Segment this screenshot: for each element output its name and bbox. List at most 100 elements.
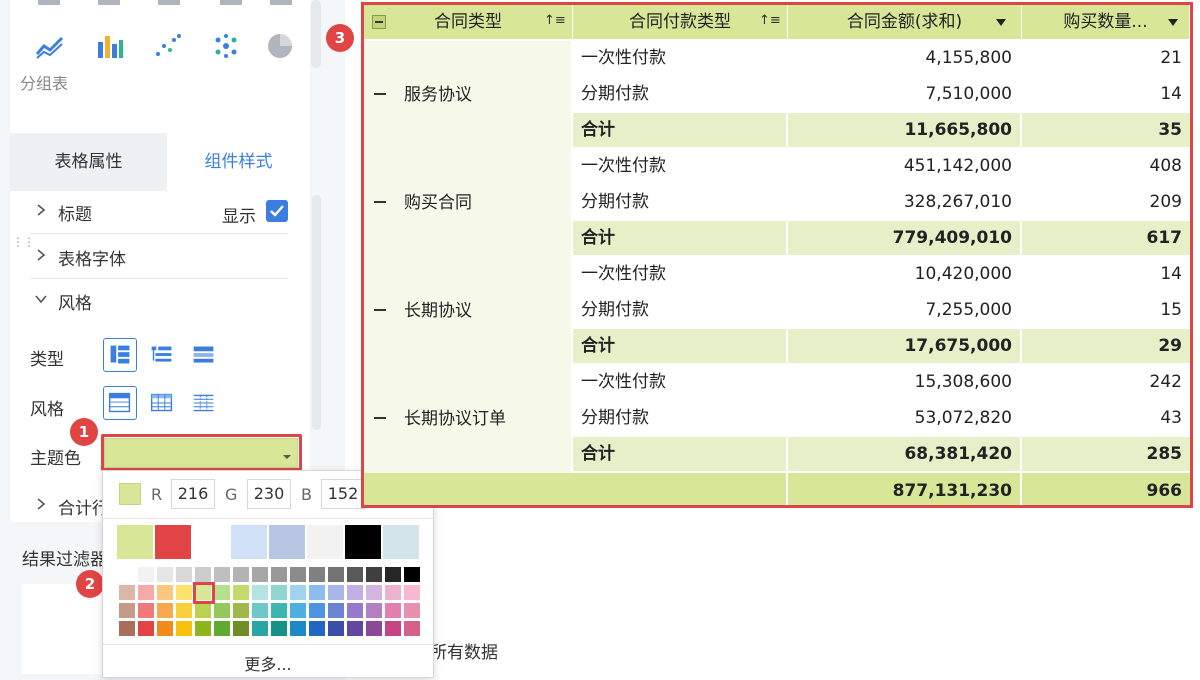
palette-swatch[interactable] — [309, 585, 325, 600]
g-input[interactable]: 230 — [247, 479, 291, 509]
palette-swatch[interactable] — [347, 567, 363, 582]
scatter-chart-icon[interactable] — [152, 30, 184, 62]
palette-swatch[interactable] — [233, 567, 249, 582]
palette-swatch[interactable] — [176, 585, 192, 600]
palette-swatch[interactable] — [138, 603, 154, 618]
palette-swatch[interactable] — [271, 585, 287, 600]
palette-swatch[interactable] — [252, 567, 268, 582]
palette-swatch[interactable] — [195, 621, 211, 636]
properties-scrollbar[interactable] — [312, 195, 321, 430]
palette-swatch[interactable] — [404, 567, 420, 582]
palette-swatch[interactable] — [271, 621, 287, 636]
palette-swatch[interactable] — [290, 567, 306, 582]
palette-swatch[interactable] — [366, 621, 382, 636]
collapse-group-icon[interactable] — [374, 201, 386, 203]
palette-swatch[interactable] — [119, 585, 135, 600]
r-input[interactable]: 216 — [171, 479, 215, 509]
section-style[interactable]: 风格 — [30, 279, 288, 323]
palette-swatch[interactable] — [404, 603, 420, 618]
palette-swatch[interactable] — [138, 585, 154, 600]
palette-swatch[interactable] — [252, 603, 268, 618]
palette-swatch[interactable] — [385, 603, 401, 618]
palette-swatch[interactable] — [214, 621, 230, 636]
palette-swatch[interactable] — [404, 621, 420, 636]
result-filter-box[interactable] — [22, 584, 112, 674]
b-input[interactable]: 152 — [321, 479, 365, 509]
palette-swatch[interactable] — [271, 603, 287, 618]
section-table-font[interactable]: 表格字体 — [30, 235, 288, 279]
dropdown-caret-icon[interactable] — [1168, 19, 1178, 26]
palette-swatch[interactable] — [347, 603, 363, 618]
tab-component-style[interactable]: 组件样式 — [167, 133, 310, 191]
bar-chart-icon[interactable] — [94, 30, 126, 62]
palette-swatch[interactable] — [157, 585, 173, 600]
palette-swatch[interactable] — [252, 621, 268, 636]
show-title-checkbox[interactable] — [266, 200, 288, 222]
palette-swatch[interactable] — [385, 567, 401, 582]
type-grouped-button[interactable] — [103, 338, 137, 372]
palette-swatch[interactable] — [404, 585, 420, 600]
style-option-3-button[interactable] — [187, 386, 221, 420]
palette-swatch[interactable] — [157, 567, 173, 582]
palette-swatch[interactable] — [366, 585, 382, 600]
palette-swatch[interactable] — [366, 603, 382, 618]
palette-swatch[interactable] — [252, 585, 268, 600]
theme-swatch[interactable] — [383, 525, 419, 559]
palette-swatch[interactable] — [309, 603, 325, 618]
header-payment-type[interactable]: 合同付款类型 — [573, 5, 787, 39]
palette-swatch[interactable] — [119, 567, 135, 582]
palette-swatch[interactable] — [366, 567, 382, 582]
collapse-group-icon[interactable] — [374, 93, 386, 95]
palette-swatch[interactable] — [290, 621, 306, 636]
palette-swatch[interactable] — [138, 567, 154, 582]
palette-swatch[interactable] — [309, 621, 325, 636]
palette-swatch[interactable] — [290, 585, 306, 600]
palette-swatch[interactable] — [328, 603, 344, 618]
palette-swatch[interactable] — [385, 621, 401, 636]
palette-swatch[interactable] — [233, 585, 249, 600]
palette-swatch[interactable] — [214, 585, 230, 600]
theme-swatch[interactable] — [307, 525, 343, 559]
theme-swatch[interactable] — [231, 525, 267, 559]
collapse-all-icon[interactable] — [372, 15, 386, 29]
palette-swatch[interactable] — [195, 603, 211, 618]
line-chart-icon[interactable] — [34, 30, 66, 62]
palette-swatch[interactable] — [214, 603, 230, 618]
style-option-1-button[interactable] — [103, 386, 137, 420]
palette-swatch[interactable] — [309, 567, 325, 582]
palette-swatch[interactable] — [328, 567, 344, 582]
palette-swatch[interactable] — [347, 621, 363, 636]
type-cross-button[interactable] — [187, 338, 221, 372]
palette-swatch[interactable] — [195, 567, 211, 582]
palette-swatch[interactable] — [290, 603, 306, 618]
palette-swatch[interactable] — [328, 621, 344, 636]
palette-swatch[interactable] — [233, 603, 249, 618]
style-option-2-button[interactable] — [145, 386, 179, 420]
header-amount-sum[interactable]: 合同金额(求和) — [788, 5, 1021, 39]
theme-swatch[interactable] — [345, 525, 381, 559]
theme-swatch[interactable] — [117, 525, 153, 559]
palette-swatch[interactable] — [176, 621, 192, 636]
theme-swatch[interactable] — [155, 525, 191, 559]
bubble-chart-icon[interactable] — [210, 30, 242, 62]
collapse-group-icon[interactable] — [374, 417, 386, 419]
type-tree-button[interactable] — [145, 338, 179, 372]
palette-swatch[interactable] — [157, 621, 173, 636]
palette-swatch[interactable] — [176, 567, 192, 582]
sort-icon[interactable]: ↑≡ — [544, 13, 566, 28]
header-purchase-qty[interactable]: 购买数量... — [1022, 5, 1189, 39]
palette-swatch[interactable] — [385, 585, 401, 600]
palette-swatch[interactable] — [214, 567, 230, 582]
palette-swatch[interactable] — [347, 585, 363, 600]
chart-list-scrollbar[interactable] — [311, 0, 321, 68]
theme-swatch[interactable] — [193, 525, 229, 559]
palette-swatch[interactable] — [328, 585, 344, 600]
pie-chart-icon[interactable] — [264, 30, 296, 62]
palette-swatch[interactable] — [233, 621, 249, 636]
collapse-group-icon[interactable] — [374, 309, 386, 311]
palette-swatch[interactable] — [119, 603, 135, 618]
tab-table-properties[interactable]: 表格属性 — [10, 133, 167, 191]
palette-swatch[interactable] — [138, 621, 154, 636]
palette-swatch[interactable] — [271, 567, 287, 582]
sort-icon[interactable]: ↑≡ — [759, 13, 781, 28]
